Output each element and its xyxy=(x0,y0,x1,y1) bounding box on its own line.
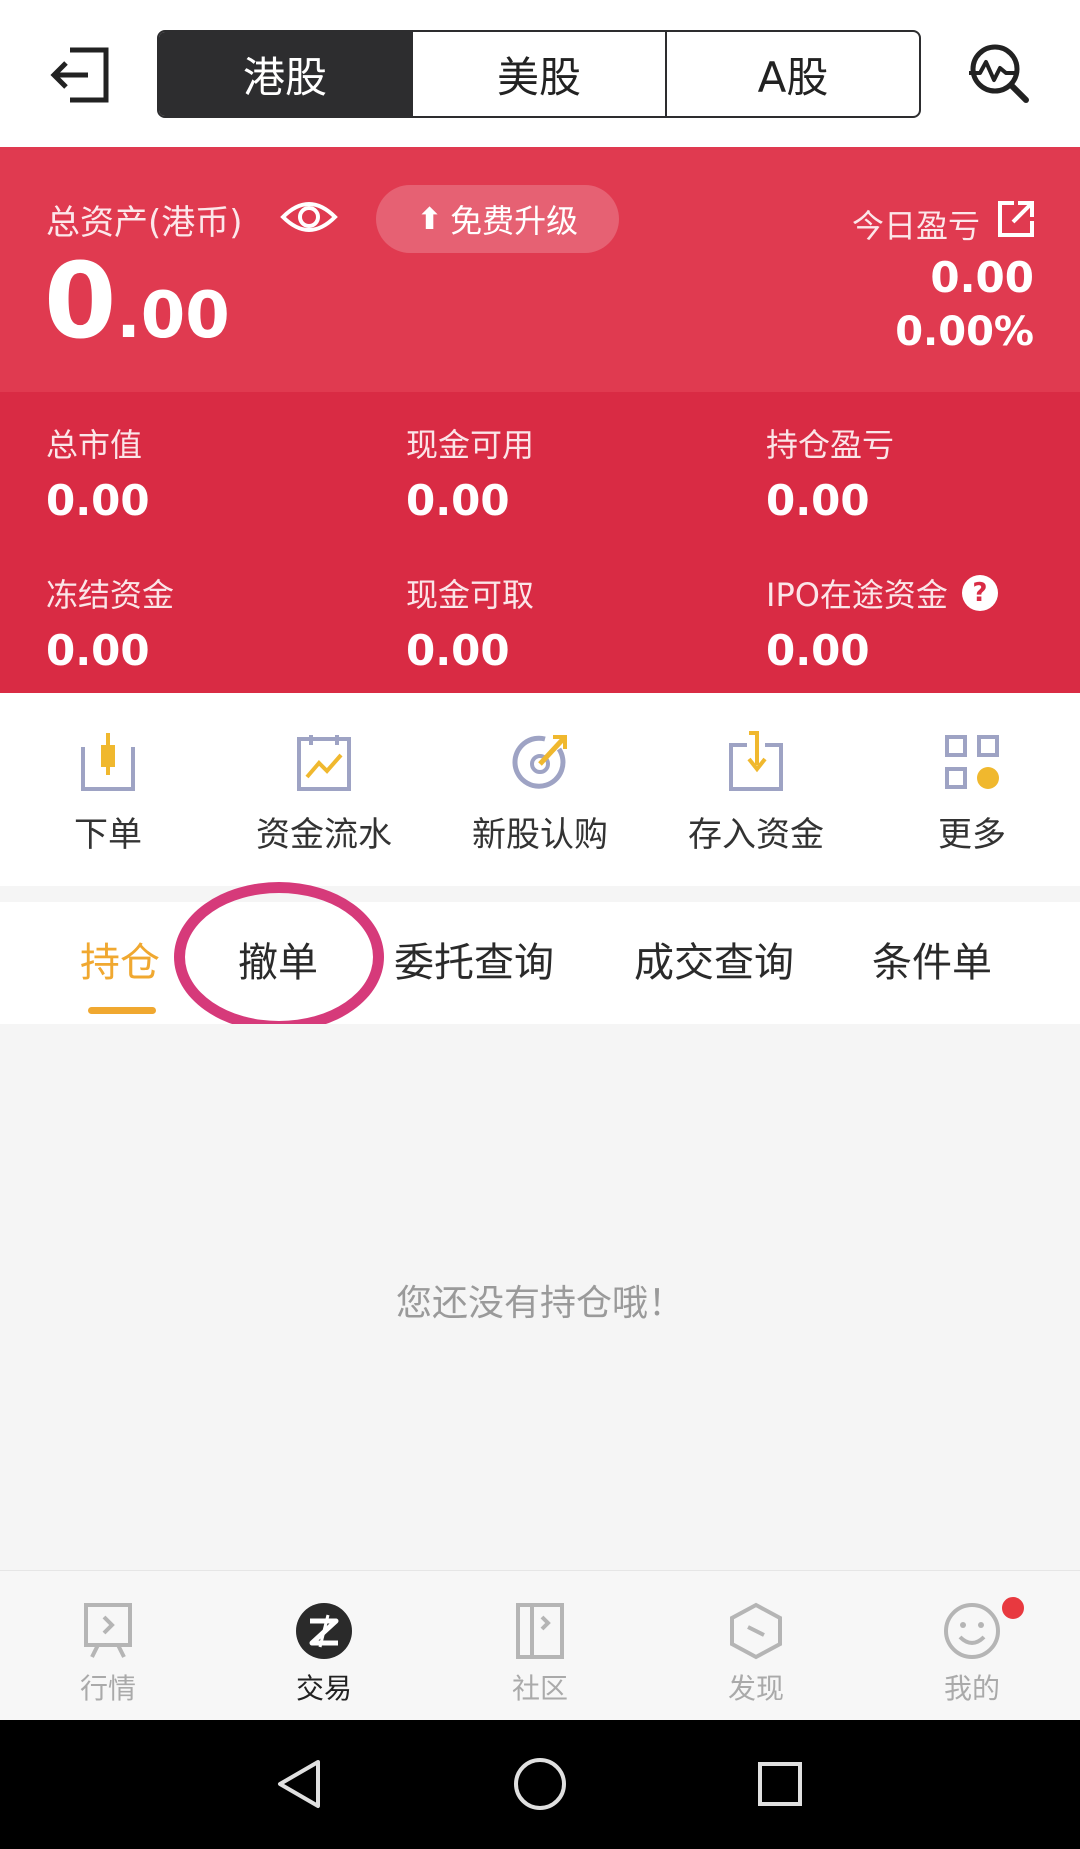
tab-a-shares[interactable]: A股 xyxy=(667,32,919,116)
asset-stats: 总市值 0.00 现金可用 0.00 持仓盈亏 0.00 冻结资金 0.00 现… xyxy=(0,392,1080,693)
nav-trade[interactable]: 交易 xyxy=(216,1571,432,1720)
community-door-icon xyxy=(516,1603,564,1659)
today-pnl-label: 今日盈亏 xyxy=(851,207,980,245)
total-assets-value: 0.00 xyxy=(44,240,230,362)
stat-market-value: 总市值 0.00 xyxy=(46,426,150,525)
notification-dot xyxy=(1000,1595,1026,1621)
discover-hexagon-icon xyxy=(730,1602,782,1660)
today-pnl-percent: 0.00% xyxy=(895,309,1034,355)
market-presentation-icon xyxy=(84,1603,132,1658)
place-order-icon xyxy=(81,733,135,791)
eye-icon[interactable] xyxy=(280,197,338,237)
stat-frozen-funds: 冻结资金 0.00 xyxy=(46,576,175,675)
more-grid-icon xyxy=(945,735,999,789)
positions-content: 您还没有持仓哦！ xyxy=(0,1024,1080,1570)
action-more[interactable]: 更多 xyxy=(864,693,1080,886)
ipo-subscribe-icon xyxy=(512,735,567,789)
today-pnl-value: 0.00 xyxy=(930,253,1034,302)
highlight-circle-annotation xyxy=(174,882,384,1032)
tab-conditional-order[interactable]: 条件单 xyxy=(872,930,992,988)
quick-actions: 下单 资金流水 新股认购 存入资金 更多 xyxy=(0,693,1080,886)
active-tab-indicator xyxy=(88,1007,156,1014)
order-tabs: 持仓 撤单 委托查询 成交查询 条件单 xyxy=(0,902,1080,1024)
system-navigation-bar xyxy=(0,1720,1080,1849)
home-circle-icon[interactable] xyxy=(510,1754,570,1814)
nav-mine[interactable]: 我的 xyxy=(864,1571,1080,1720)
total-assets-label: 总资产(港币) xyxy=(46,203,243,243)
upgrade-label: 免费升级 xyxy=(450,202,579,240)
back-triangle-icon[interactable] xyxy=(270,1754,330,1814)
free-upgrade-button[interactable]: ⬆ 免费升级 xyxy=(376,185,619,253)
nav-market[interactable]: 行情 xyxy=(0,1571,216,1720)
smiley-face-icon xyxy=(944,1603,1000,1659)
bottom-navigation: 行情 交易 社区 发现 我的 xyxy=(0,1570,1080,1720)
stat-cash-withdrawable: 现金可取 0.00 xyxy=(406,576,535,675)
action-ipo-subscribe[interactable]: 新股认购 xyxy=(432,693,648,886)
logout-icon[interactable] xyxy=(48,42,114,108)
recents-square-icon[interactable] xyxy=(750,1754,810,1814)
up-arrow-icon: ⬆ xyxy=(416,201,443,237)
top-bar: 港股 美股 A股 xyxy=(0,0,1080,147)
action-fund-flow[interactable]: 资金流水 xyxy=(216,693,432,886)
help-icon[interactable]: ? xyxy=(961,575,998,611)
trade-page: 港股 美股 A股 总资产(港币) ⬆ 免费升级 0.00 今日盈亏 0.00 0 xyxy=(0,0,1080,1849)
action-deposit[interactable]: 存入资金 xyxy=(648,693,864,886)
market-segmented-control: 港股 美股 A股 xyxy=(157,30,921,118)
tab-hk-stocks[interactable]: 港股 xyxy=(159,32,413,116)
stat-position-pnl: 持仓盈亏 0.00 xyxy=(766,426,895,525)
nav-community[interactable]: 社区 xyxy=(432,1571,648,1720)
stat-cash-available: 现金可用 0.00 xyxy=(406,426,535,525)
empty-positions-message: 您还没有持仓哦！ xyxy=(395,1283,684,1324)
asset-summary: 总资产(港币) ⬆ 免费升级 0.00 今日盈亏 0.00 0.00% xyxy=(0,147,1080,392)
deposit-icon xyxy=(729,731,783,791)
trade-logo-icon xyxy=(296,1603,352,1659)
tab-us-stocks[interactable]: 美股 xyxy=(413,32,667,116)
tab-order-query[interactable]: 委托查询 xyxy=(394,930,554,988)
tab-trade-query[interactable]: 成交查询 xyxy=(634,930,794,988)
fund-flow-icon xyxy=(297,735,351,791)
nav-discover[interactable]: 发现 xyxy=(648,1571,864,1720)
market-search-icon[interactable] xyxy=(966,40,1032,106)
external-link-icon[interactable] xyxy=(996,199,1036,239)
stat-ipo-funds: IPO在途资金 ? 0.00 xyxy=(766,570,1066,675)
tab-positions[interactable]: 持仓 xyxy=(80,930,160,988)
action-place-order[interactable]: 下单 xyxy=(0,693,216,886)
